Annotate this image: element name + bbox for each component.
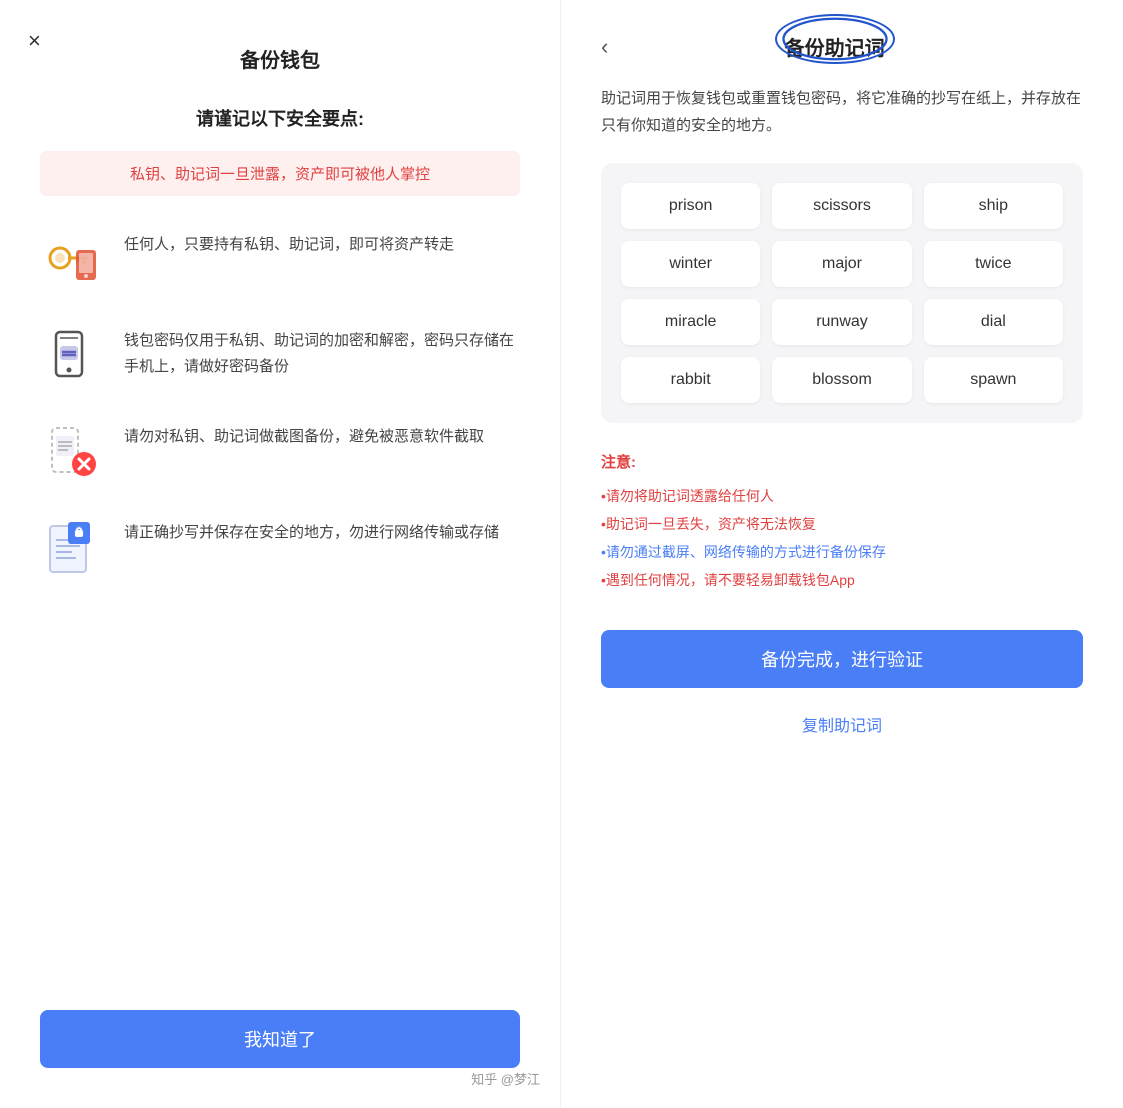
copy-mnemonic-link[interactable]: 复制助记词: [601, 704, 1083, 744]
mnemonic-grid: prison scissors ship winter major twice miracl…: [601, 163, 1083, 423]
key-phone-icon: [40, 228, 104, 292]
notice-item-2: •助记词一旦丢失，资产将无法恢复: [601, 510, 1083, 538]
feature-item-3: 请勿对私钥、助记词做截图备份，避免被恶意软件截取: [40, 420, 520, 484]
notice-title: 注意:: [601, 451, 1083, 472]
feature-item-1: 任何人，只要持有私钥、助记词，即可将资产转走: [40, 228, 520, 292]
warning-banner: 私钥、助记词一旦泄露，资产即可被他人掌控: [40, 151, 520, 196]
mnemonic-word-7: miracle: [621, 299, 760, 345]
notice-item-3: •请勿通过截屏、网络传输的方式进行备份保存: [601, 538, 1083, 566]
notice-section: 注意: •请勿将助记词透露给任何人•助记词一旦丢失，资产将无法恢复•请勿通过截屏…: [601, 451, 1083, 594]
feature-item-2: 钱包密码仅用于私钥、助记词的加密和解密，密码只存储在手机上，请做好密码备份: [40, 324, 520, 388]
watermark: 知乎 @梦江: [471, 1069, 540, 1088]
notice-item-4: •遇到任何情况，请不要轻易卸载钱包App: [601, 566, 1083, 594]
screenshot-forbidden-icon: [40, 420, 104, 484]
mnemonic-word-8: runway: [772, 299, 911, 345]
feature-list: 任何人，只要持有私钥、助记词，即可将资产转走 钱包密码仅用于私钥、助记词的加密和…: [40, 228, 520, 962]
back-icon[interactable]: ‹: [601, 34, 608, 60]
mnemonic-word-10: rabbit: [621, 357, 760, 403]
feature-item-4: 请正确抄写并保存在安全的地方，勿进行网络传输或存储: [40, 516, 520, 580]
document-lock-icon: [40, 516, 104, 580]
notice-item-1: •请勿将助记词透露给任何人: [601, 482, 1083, 510]
feature-text-1: 任何人，只要持有私钥、助记词，即可将资产转走: [124, 228, 454, 258]
left-title: 备份钱包: [40, 44, 520, 73]
left-subtitle: 请谨记以下安全要点:: [40, 105, 520, 131]
left-panel: × 备份钱包 请谨记以下安全要点: 私钥、助记词一旦泄露，资产即可被他人掌控: [0, 0, 561, 1108]
mnemonic-word-1: prison: [621, 183, 760, 229]
mnemonic-word-6: twice: [924, 241, 1063, 287]
mnemonic-word-5: major: [772, 241, 911, 287]
mnemonic-word-9: dial: [924, 299, 1063, 345]
confirm-know-button[interactable]: 我知道了: [40, 1010, 520, 1068]
mnemonic-word-12: spawn: [924, 357, 1063, 403]
warning-text: 私钥、助记词一旦泄露，资产即可被他人掌控: [130, 166, 430, 183]
feature-text-3: 请勿对私钥、助记词做截图备份，避免被恶意软件截取: [124, 420, 484, 450]
phone-password-icon: [40, 324, 104, 388]
backup-confirm-button[interactable]: 备份完成，进行验证: [601, 630, 1083, 688]
feature-text-2: 钱包密码仅用于私钥、助记词的加密和解密，密码只存储在手机上，请做好密码备份: [124, 324, 520, 379]
mnemonic-word-2: scissors: [772, 183, 911, 229]
right-title: 备份助记词: [624, 32, 1045, 61]
close-icon[interactable]: ×: [28, 28, 41, 54]
right-panel: ‹ 备份助记词 助记词用于恢复钱包或重置钱包密码，将它准确的抄写在纸上，并存放在…: [561, 0, 1123, 1108]
mnemonic-word-11: blossom: [772, 357, 911, 403]
right-header: ‹ 备份助记词: [601, 32, 1083, 61]
mnemonic-word-3: ship: [924, 183, 1063, 229]
mnemonic-word-4: winter: [621, 241, 760, 287]
right-description: 助记词用于恢复钱包或重置钱包密码，将它准确的抄写在纸上，并存放在只有你知道的安全…: [601, 85, 1083, 139]
feature-text-4: 请正确抄写并保存在安全的地方，勿进行网络传输或存储: [124, 516, 499, 546]
